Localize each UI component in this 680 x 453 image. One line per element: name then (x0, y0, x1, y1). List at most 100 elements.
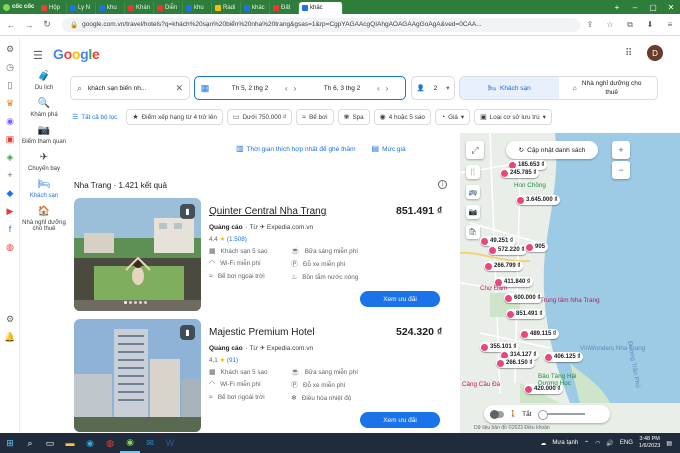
filter-chip[interactable]: ▭ Dưới 750.000 ₫ (226, 109, 293, 125)
maximize-icon[interactable]: ▢ (644, 3, 662, 12)
checkout-next-icon[interactable]: › (386, 84, 389, 93)
map-price-pin[interactable]: 489.115 ₫ (520, 329, 560, 339)
map-price-pin[interactable]: 572.220 ₫ (488, 245, 528, 255)
settings-icon[interactable]: ⚙ (3, 43, 17, 55)
apps-grid-icon[interactable]: ⠿ (625, 48, 632, 59)
shopping-layer-icon[interactable]: 🛍 (466, 225, 480, 239)
nav-item[interactable]: 🧳 Du lịch (20, 71, 68, 91)
facebook-icon[interactable]: f (3, 223, 17, 235)
tab-hotels[interactable]: 🛏 Khách sạn (460, 77, 559, 99)
map-price-pin[interactable]: 3.645.000 ₫ (516, 195, 561, 205)
bell-icon[interactable]: 🔔 (3, 331, 17, 343)
chrome-icon[interactable]: ◍ (100, 433, 120, 453)
bookmark-icon[interactable]: ▯ (3, 79, 17, 91)
review-count[interactable]: (1.508) (227, 236, 247, 243)
weather-text[interactable]: Mưa tạnh (552, 440, 578, 446)
browser-tab[interactable]: Khán (125, 2, 154, 14)
notification-icon[interactable]: ▤ (666, 440, 672, 447)
youtube-icon[interactable]: ▶ (3, 205, 17, 217)
map-price-pin[interactable]: 406.125 ₫ (544, 352, 584, 362)
nav-item[interactable]: 🔍 Khám phá (20, 98, 68, 118)
filter-chip[interactable]: ❀ Spa (337, 109, 370, 125)
browser-tab[interactable]: Hộp (38, 2, 67, 14)
download-icon[interactable]: ⬇ (643, 18, 657, 32)
sidebar-settings-icon[interactable]: ⚙ (3, 313, 17, 325)
crown-icon[interactable]: ♛ (3, 97, 17, 109)
tiktok-icon[interactable]: ◍ (3, 241, 17, 253)
map-price-pin[interactable]: 851.491 ₫ (506, 309, 546, 319)
map-slider[interactable] (537, 410, 585, 420)
restaurant-layer-icon[interactable]: 🍴 (466, 165, 480, 179)
browser-tab[interactable]: Diễn (154, 2, 183, 14)
save-hotel-icon[interactable]: ▮ (180, 325, 195, 340)
browser-tab[interactable]: khác (299, 2, 343, 14)
forward-icon[interactable]: → (22, 18, 36, 32)
filter-chip[interactable]: ☰ Tất cả bộ lọc (70, 109, 122, 125)
prices-link[interactable]: ▤ Mức giá (372, 144, 406, 153)
filter-chip[interactable]: ◉ 4 hoặc 5 sao (373, 109, 431, 125)
review-count[interactable]: (91) (227, 357, 238, 364)
share-icon[interactable]: ⇪ (583, 18, 597, 32)
clock-icon[interactable]: ◷ (3, 61, 17, 73)
zoom-in-icon[interactable]: + (612, 141, 630, 159)
browser-tab[interactable]: khu (183, 2, 212, 14)
nav-item[interactable]: 🏠 Nhà nghỉ dưỡng cho thuê (20, 206, 68, 232)
filter-chip[interactable]: ≈ Bể bơi (296, 109, 334, 125)
save-hotel-icon[interactable]: ▮ (180, 204, 195, 219)
map-toggle-switch[interactable] (490, 409, 504, 419)
filter-chip[interactable]: ★ Điểm xếp hạng từ 4 trở lên (126, 109, 223, 125)
back-icon[interactable]: ← (4, 18, 18, 32)
hotel-name[interactable]: Majestic Premium Hotel (209, 327, 315, 338)
avatar[interactable]: D (647, 45, 663, 61)
checkout-date[interactable]: Th 6, 3 thg 2 (307, 85, 377, 92)
checkin-prev-icon[interactable]: ‹ (285, 84, 288, 93)
start-icon[interactable]: ⊞ (0, 433, 20, 453)
word-icon[interactable]: W (160, 433, 180, 453)
nav-item[interactable]: 🛏 Khách sạn (20, 179, 68, 199)
url-field[interactable]: 🔒 google.com.vn/travel/hotels?q=khách%20s… (62, 17, 580, 32)
filter-chip[interactable]: ▣ Loại cơ sở lưu trú ▾ (474, 109, 552, 125)
map-price-pin[interactable]: 266.150 ₫ (496, 358, 536, 368)
results-map[interactable]: ⤢ ↻ Cập nhật danh sách + − 🍴 🚌 📷 🛍 185.65… (460, 133, 680, 433)
checkin-date[interactable]: Th 5, 2 thg 2 (215, 85, 285, 92)
source-site[interactable]: Expedia.com.vn (267, 224, 313, 231)
menu-icon[interactable]: ≡ (663, 18, 677, 32)
wifi-tray-icon[interactable]: ◠ (595, 440, 600, 447)
map-price-pin[interactable]: 266.799 ₫ (484, 261, 524, 271)
hotel-name[interactable]: Quinter Central Nha Trang (209, 206, 326, 217)
bookmark-star-icon[interactable]: ☆ (603, 18, 617, 32)
search-input[interactable]: ⌕ khách sạn biển nh... ✕ (70, 76, 190, 100)
coccoc-taskbar-icon[interactable]: ◉ (120, 433, 140, 453)
minimize-icon[interactable]: – (626, 3, 644, 12)
mail-icon[interactable]: ✉ (140, 433, 160, 453)
browser-tab[interactable]: khác (241, 2, 270, 14)
guests-selector[interactable]: 👤 2 ▾ (411, 76, 455, 100)
hotel-photo[interactable]: ▮ (74, 198, 201, 311)
taskbar-search-icon[interactable]: ⌕ (20, 433, 40, 453)
map-price-pin[interactable]: 905 (525, 242, 549, 252)
browser-tab[interactable]: Đất (270, 2, 299, 14)
edge-icon[interactable]: ◉ (80, 433, 100, 453)
transit-layer-icon[interactable]: 🚌 (466, 185, 480, 199)
date-picker[interactable]: ▦ Th 5, 2 thg 2 ‹ › Th 6, 3 thg 2 ‹ › (194, 76, 406, 100)
tray-chevron-icon[interactable]: ⌃ (584, 440, 589, 447)
game-icon[interactable]: ◈ (3, 151, 17, 163)
messenger-icon[interactable]: ◉ (3, 115, 17, 127)
update-list-button[interactable]: ↻ Cập nhật danh sách (506, 141, 598, 159)
extensions-icon[interactable]: ⧉ (623, 18, 637, 32)
hotel-card[interactable]: ▮ Quinter Central Nha Trang 851.491 ₫ Qu… (74, 198, 454, 311)
info-icon[interactable]: i (438, 180, 447, 189)
nav-item[interactable]: ✈ Chuyến bay (20, 152, 68, 172)
best-time-link[interactable]: ▥ Thời gian thích hợp nhất để ghé thăm (236, 144, 356, 153)
expand-map-icon[interactable]: ⤢ (466, 141, 484, 159)
clock[interactable]: 3:48 PM 1/6/2023 (639, 436, 660, 450)
view-deals-button[interactable]: Xem ưu đãi (360, 291, 440, 307)
browser-tab[interactable]: Ly N (67, 2, 96, 14)
close-window-icon[interactable]: ✕ (662, 3, 680, 12)
shopping-icon[interactable]: ▣ (3, 133, 17, 145)
google-logo[interactable]: Google (53, 46, 100, 62)
reload-icon[interactable]: ↻ (40, 18, 54, 32)
hamburger-menu-icon[interactable]: ☰ (33, 49, 43, 62)
browser-tab[interactable]: Radi (212, 2, 241, 14)
filter-chip[interactable]: ◔ Giá ▾ (434, 109, 471, 125)
